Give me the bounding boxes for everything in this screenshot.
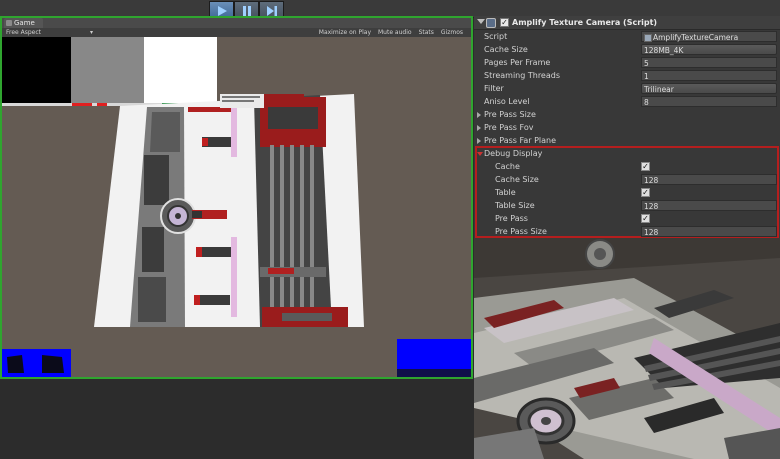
field-aniso-level: Aniso Level 8	[474, 95, 780, 108]
foldout-debug-display[interactable]: Debug Display	[474, 147, 780, 160]
field-label: Table Size	[495, 201, 535, 210]
field-script: Script AmplifyTextureCamera	[474, 30, 780, 43]
field-label: Aniso Level	[484, 97, 530, 106]
field-cache-size: Cache Size 128MB_4K	[474, 43, 780, 56]
game-tab-bar: Game	[2, 18, 471, 28]
maximize-on-play-toggle[interactable]: Maximize on Play	[319, 28, 371, 37]
debug-pre-pass-size-input[interactable]: 128	[641, 226, 777, 237]
debug-cache-row: Cache ✓	[474, 160, 780, 173]
stats-toggle[interactable]: Stats	[419, 28, 434, 37]
field-label: Streaming Threads	[484, 71, 560, 80]
play-icon	[217, 5, 227, 16]
streaming-threads-input[interactable]: 1	[641, 70, 777, 81]
debug-table-size-row: Table Size 128	[474, 199, 780, 212]
foldout-pre-pass-fov[interactable]: Pre Pass Fov	[474, 121, 780, 134]
aniso-level-input[interactable]: 8	[641, 96, 777, 107]
pages-per-frame-input[interactable]: 5	[641, 57, 777, 68]
field-label: Filter	[484, 84, 504, 93]
debug-table-checkbox[interactable]: ✓	[641, 188, 650, 197]
scene-render	[474, 238, 780, 459]
component-title: Amplify Texture Camera (Script)	[512, 18, 658, 27]
game-view-toolbar: Free Aspect ▾ Maximize on Play Mute audi…	[2, 28, 471, 37]
debug-cache-texture	[2, 37, 71, 105]
component-header[interactable]: ✓ Amplify Texture Camera (Script)	[474, 16, 780, 30]
unity-editor: Game Free Aspect ▾ Maximize on Play Mute…	[0, 0, 780, 459]
foldout-arrow-icon[interactable]	[477, 125, 481, 131]
foldout-arrow-icon[interactable]	[477, 138, 481, 144]
game-view-options: Maximize on Play Mute audio Stats Gizmos	[319, 28, 463, 37]
pause-icon	[242, 5, 251, 16]
game-tab-label: Game	[14, 19, 35, 27]
field-label: Cache Size	[484, 45, 528, 54]
field-label: Pre Pass Size	[495, 227, 547, 236]
debug-cache-size-input[interactable]: 128	[641, 174, 777, 185]
foldout-label: Debug Display	[484, 149, 543, 158]
field-label: Cache Size	[495, 175, 539, 184]
aspect-dropdown-arrow-icon[interactable]: ▾	[90, 28, 93, 37]
debug-pre-pass-checkbox[interactable]: ✓	[641, 214, 650, 223]
debug-cache-checkbox[interactable]: ✓	[641, 162, 650, 171]
tab-game[interactable]: Game	[4, 18, 43, 28]
scene-view-background[interactable]	[474, 238, 780, 459]
inspector-panel: ✓ Amplify Texture Camera (Script) Script…	[474, 16, 780, 238]
filter-dropdown[interactable]: Trilinear	[641, 83, 777, 94]
foldout-arrow-icon[interactable]	[477, 112, 481, 118]
field-streaming-threads: Streaming Threads 1	[474, 69, 780, 82]
debug-pre-pass-row: Pre Pass ✓	[474, 212, 780, 225]
debug-table-texture	[144, 37, 217, 105]
foldout-label: Pre Pass Size	[484, 110, 536, 119]
field-label: Cache	[495, 162, 520, 171]
field-pages-per-frame: Pages Per Frame 5	[474, 56, 780, 69]
step-icon	[266, 5, 277, 16]
debug-table-row: Table ✓	[474, 186, 780, 199]
gizmos-toggle[interactable]: Gizmos	[441, 28, 463, 37]
script-object-field[interactable]: AmplifyTextureCamera	[641, 31, 777, 42]
cache-size-dropdown[interactable]: 128MB_4K	[641, 44, 777, 55]
component-foldout-icon[interactable]	[477, 19, 485, 24]
foldout-open-arrow-icon[interactable]	[477, 152, 483, 156]
foldout-label: Pre Pass Fov	[484, 123, 534, 132]
field-filter: Filter Trilinear	[474, 82, 780, 95]
game-render	[2, 37, 471, 377]
game-view[interactable]: Game Free Aspect ▾ Maximize on Play Mute…	[0, 16, 473, 379]
debug-pre-pass-size-row: Pre Pass Size 128	[474, 225, 780, 238]
field-label: Pages Per Frame	[484, 58, 551, 67]
foldout-pre-pass-size[interactable]: Pre Pass Size	[474, 108, 780, 121]
mute-audio-toggle[interactable]: Mute audio	[378, 28, 412, 37]
field-label: Table	[495, 188, 516, 197]
field-label: Pre Pass	[495, 214, 528, 223]
aspect-dropdown[interactable]: Free Aspect	[6, 28, 41, 37]
field-label: Script	[484, 32, 508, 41]
component-enabled-checkbox[interactable]: ✓	[500, 18, 509, 27]
game-tab-icon	[6, 20, 12, 26]
debug-cache-size-row: Cache Size 128	[474, 173, 780, 186]
debug-table-size-input[interactable]: 128	[641, 200, 777, 211]
script-icon	[486, 18, 496, 28]
